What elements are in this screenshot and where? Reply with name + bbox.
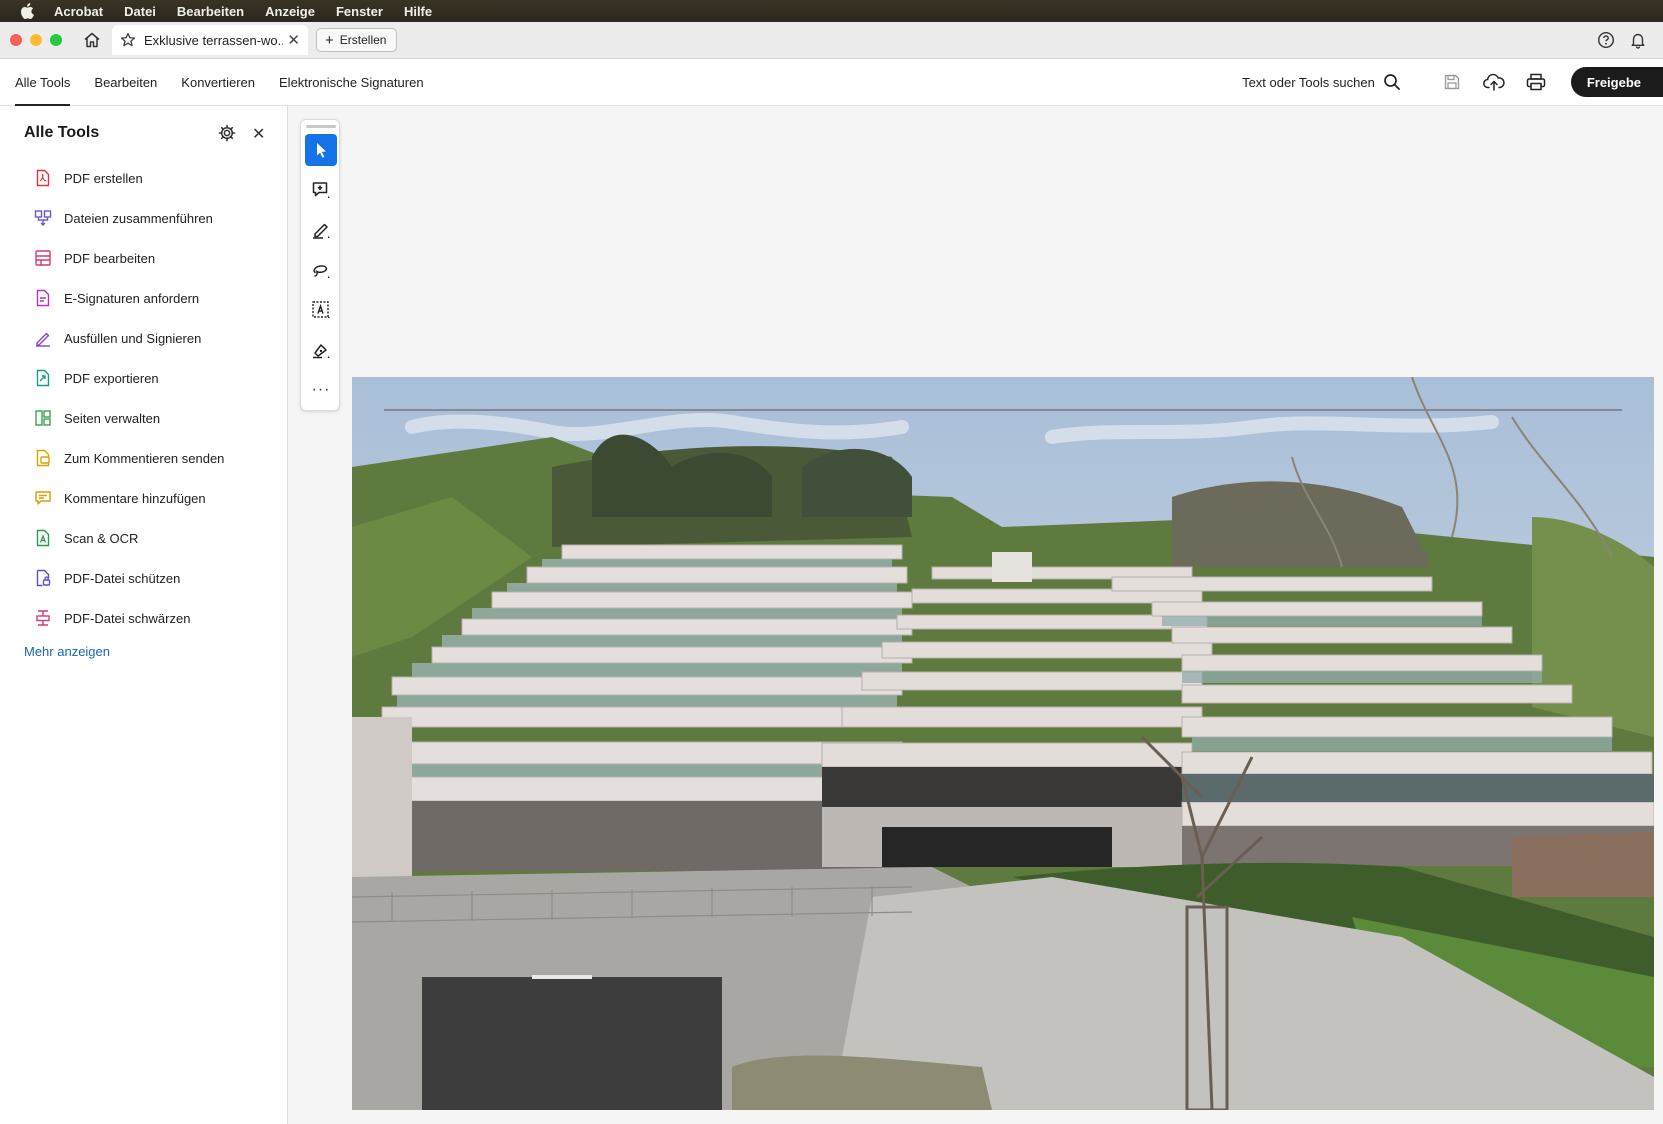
- tool-pdf-exportieren[interactable]: PDF exportieren: [34, 358, 224, 398]
- show-more-link[interactable]: Mehr anzeigen: [24, 644, 110, 659]
- tool-pdf-bearbeiten[interactable]: PDF bearbeiten: [34, 238, 224, 278]
- close-tab-icon[interactable]: ✕: [287, 31, 300, 49]
- window-controls: [10, 34, 62, 46]
- tab-bar: Exklusive terrassen-wo... ✕ + Erstellen: [0, 22, 1663, 59]
- tool-pdf-erstellen[interactable]: PDF erstellen: [34, 158, 224, 198]
- help-icon[interactable]: [1597, 31, 1615, 49]
- tool-dateien-zusammenfuehren[interactable]: Dateien zusammenführen: [34, 198, 224, 238]
- gear-icon: [218, 124, 236, 142]
- tool-label: Seiten verwalten: [64, 410, 161, 426]
- tool-e-signaturen-anfordern[interactable]: E-Signaturen anfordern: [34, 278, 224, 318]
- plus-icon: +: [325, 31, 334, 49]
- tool-label: Scan & OCR: [64, 530, 139, 546]
- tab-elektronische-signaturen[interactable]: Elektronische Signaturen: [279, 59, 424, 106]
- sign-tool-button[interactable]: [305, 334, 337, 366]
- select-tool-button[interactable]: [305, 134, 337, 166]
- home-icon: [84, 32, 100, 48]
- tool-label: PDF-Datei schützen: [64, 570, 181, 586]
- merge-files-icon: [34, 209, 52, 227]
- add-comment-tool-button[interactable]: [305, 174, 337, 206]
- scan-ocr-icon: [34, 529, 52, 547]
- bell-icon[interactable]: [1629, 31, 1647, 49]
- tool-label: PDF exportieren: [64, 370, 159, 386]
- print-button[interactable]: [1525, 71, 1547, 93]
- upload-cloud-button[interactable]: [1482, 71, 1505, 93]
- document-tab-title: Exklusive terrassen-wo...: [144, 32, 284, 48]
- more-tools-button[interactable]: ···: [305, 374, 337, 406]
- tab-alle-tools[interactable]: Alle Tools: [15, 59, 71, 106]
- tool-label: E-Signaturen anfordern: [64, 290, 200, 306]
- save-button[interactable]: [1441, 71, 1463, 93]
- save-icon: [1444, 74, 1459, 90]
- document-tab[interactable]: Exklusive terrassen-wo... ✕: [112, 25, 308, 55]
- more-dots-icon: ···: [311, 381, 331, 398]
- search-icon[interactable]: [1383, 73, 1401, 91]
- highlight-tool-button[interactable]: [305, 214, 337, 246]
- create-button-label: Erstellen: [339, 33, 387, 47]
- send-for-comments-icon: [34, 449, 52, 467]
- menu-acrobat[interactable]: Acrobat: [54, 4, 103, 19]
- tool-label: Kommentare hinzufügen: [64, 490, 206, 506]
- pdf-export-icon: [34, 369, 52, 387]
- cloud-upload-icon: [1482, 73, 1505, 91]
- cursor-arrow-icon: [317, 143, 326, 158]
- create-button[interactable]: + Erstellen: [316, 28, 398, 52]
- pdf-edit-icon: [34, 249, 52, 267]
- comment-plus-icon: [312, 182, 330, 198]
- share-button[interactable]: Freigebe: [1570, 67, 1663, 97]
- tool-kommentare-hinzufuegen[interactable]: Kommentare hinzufügen: [34, 478, 224, 518]
- lasso-draw-icon: [313, 265, 330, 278]
- apple-logo-icon[interactable]: [20, 3, 36, 19]
- redact-pdf-icon: [34, 609, 52, 627]
- tab-bearbeiten[interactable]: Bearbeiten: [94, 59, 157, 106]
- tool-label: Dateien zusammenführen: [64, 210, 213, 226]
- add-comment-icon: [34, 489, 52, 507]
- minimize-window-button[interactable]: [30, 34, 42, 46]
- pen-highlight-icon: [313, 223, 330, 239]
- quick-tools-bar: ···: [300, 119, 340, 411]
- panel-settings-button[interactable]: [218, 124, 236, 147]
- pdf-create-icon: [34, 169, 52, 187]
- home-button[interactable]: [80, 28, 104, 52]
- tool-label: PDF-Datei schwärzen: [64, 610, 191, 626]
- tool-seiten-verwalten[interactable]: Seiten verwalten: [34, 398, 224, 438]
- menu-fenster[interactable]: Fenster: [336, 4, 383, 19]
- tool-scan-ocr[interactable]: Scan & OCR: [34, 518, 224, 558]
- tool-zum-kommentieren-senden[interactable]: Zum Kommentieren senden: [34, 438, 224, 478]
- search-tools-label[interactable]: Text oder Tools suchen: [1242, 75, 1375, 90]
- tool-label: Ausfüllen und Signieren: [64, 330, 202, 346]
- pen-nib-sign-icon: [313, 344, 330, 359]
- tool-label: PDF erstellen: [64, 170, 143, 186]
- close-panel-icon[interactable]: ✕: [252, 124, 265, 144]
- organize-pages-icon: [34, 409, 52, 427]
- tools-list: PDF erstellen Dateien zusammenführen PDF…: [34, 158, 224, 638]
- all-tools-panel: Alle Tools ✕ PDF erstellen Dateien zusam…: [0, 106, 288, 1124]
- tool-label: PDF bearbeiten: [64, 250, 156, 266]
- close-window-button[interactable]: [10, 34, 22, 46]
- draw-tool-button[interactable]: [305, 254, 337, 286]
- protect-pdf-icon: [34, 569, 52, 587]
- request-esign-icon: [34, 289, 52, 307]
- fill-sign-icon: [34, 329, 52, 347]
- menu-bearbeiten[interactable]: Bearbeiten: [177, 4, 244, 19]
- pdf-page-photo: [352, 377, 1654, 1110]
- tool-ausfuellen-und-signieren[interactable]: Ausfüllen und Signieren: [34, 318, 224, 358]
- zoom-window-button[interactable]: [50, 34, 62, 46]
- text-box-icon: [312, 301, 330, 318]
- star-icon[interactable]: [120, 32, 136, 48]
- main-toolbar: Alle Tools Bearbeiten Konvertieren Elekt…: [0, 59, 1663, 106]
- terraced-apartments-image: [352, 377, 1654, 1110]
- text-recognition-tool-button[interactable]: [305, 294, 337, 326]
- quick-tools-drag-handle[interactable]: [306, 125, 336, 128]
- tool-pdf-datei-schwaerzen[interactable]: PDF-Datei schwärzen: [34, 598, 224, 638]
- menu-datei[interactable]: Datei: [124, 4, 156, 19]
- tool-label: Zum Kommentieren senden: [64, 450, 225, 466]
- tab-konvertieren[interactable]: Konvertieren: [181, 59, 255, 106]
- menu-hilfe[interactable]: Hilfe: [404, 4, 432, 19]
- printer-icon: [1526, 73, 1546, 91]
- macos-menu-bar: Acrobat Datei Bearbeiten Anzeige Fenster…: [0, 0, 1663, 22]
- panel-title: Alle Tools: [24, 124, 100, 141]
- menu-anzeige[interactable]: Anzeige: [265, 4, 315, 19]
- tool-pdf-datei-schuetzen[interactable]: PDF-Datei schützen: [34, 558, 224, 598]
